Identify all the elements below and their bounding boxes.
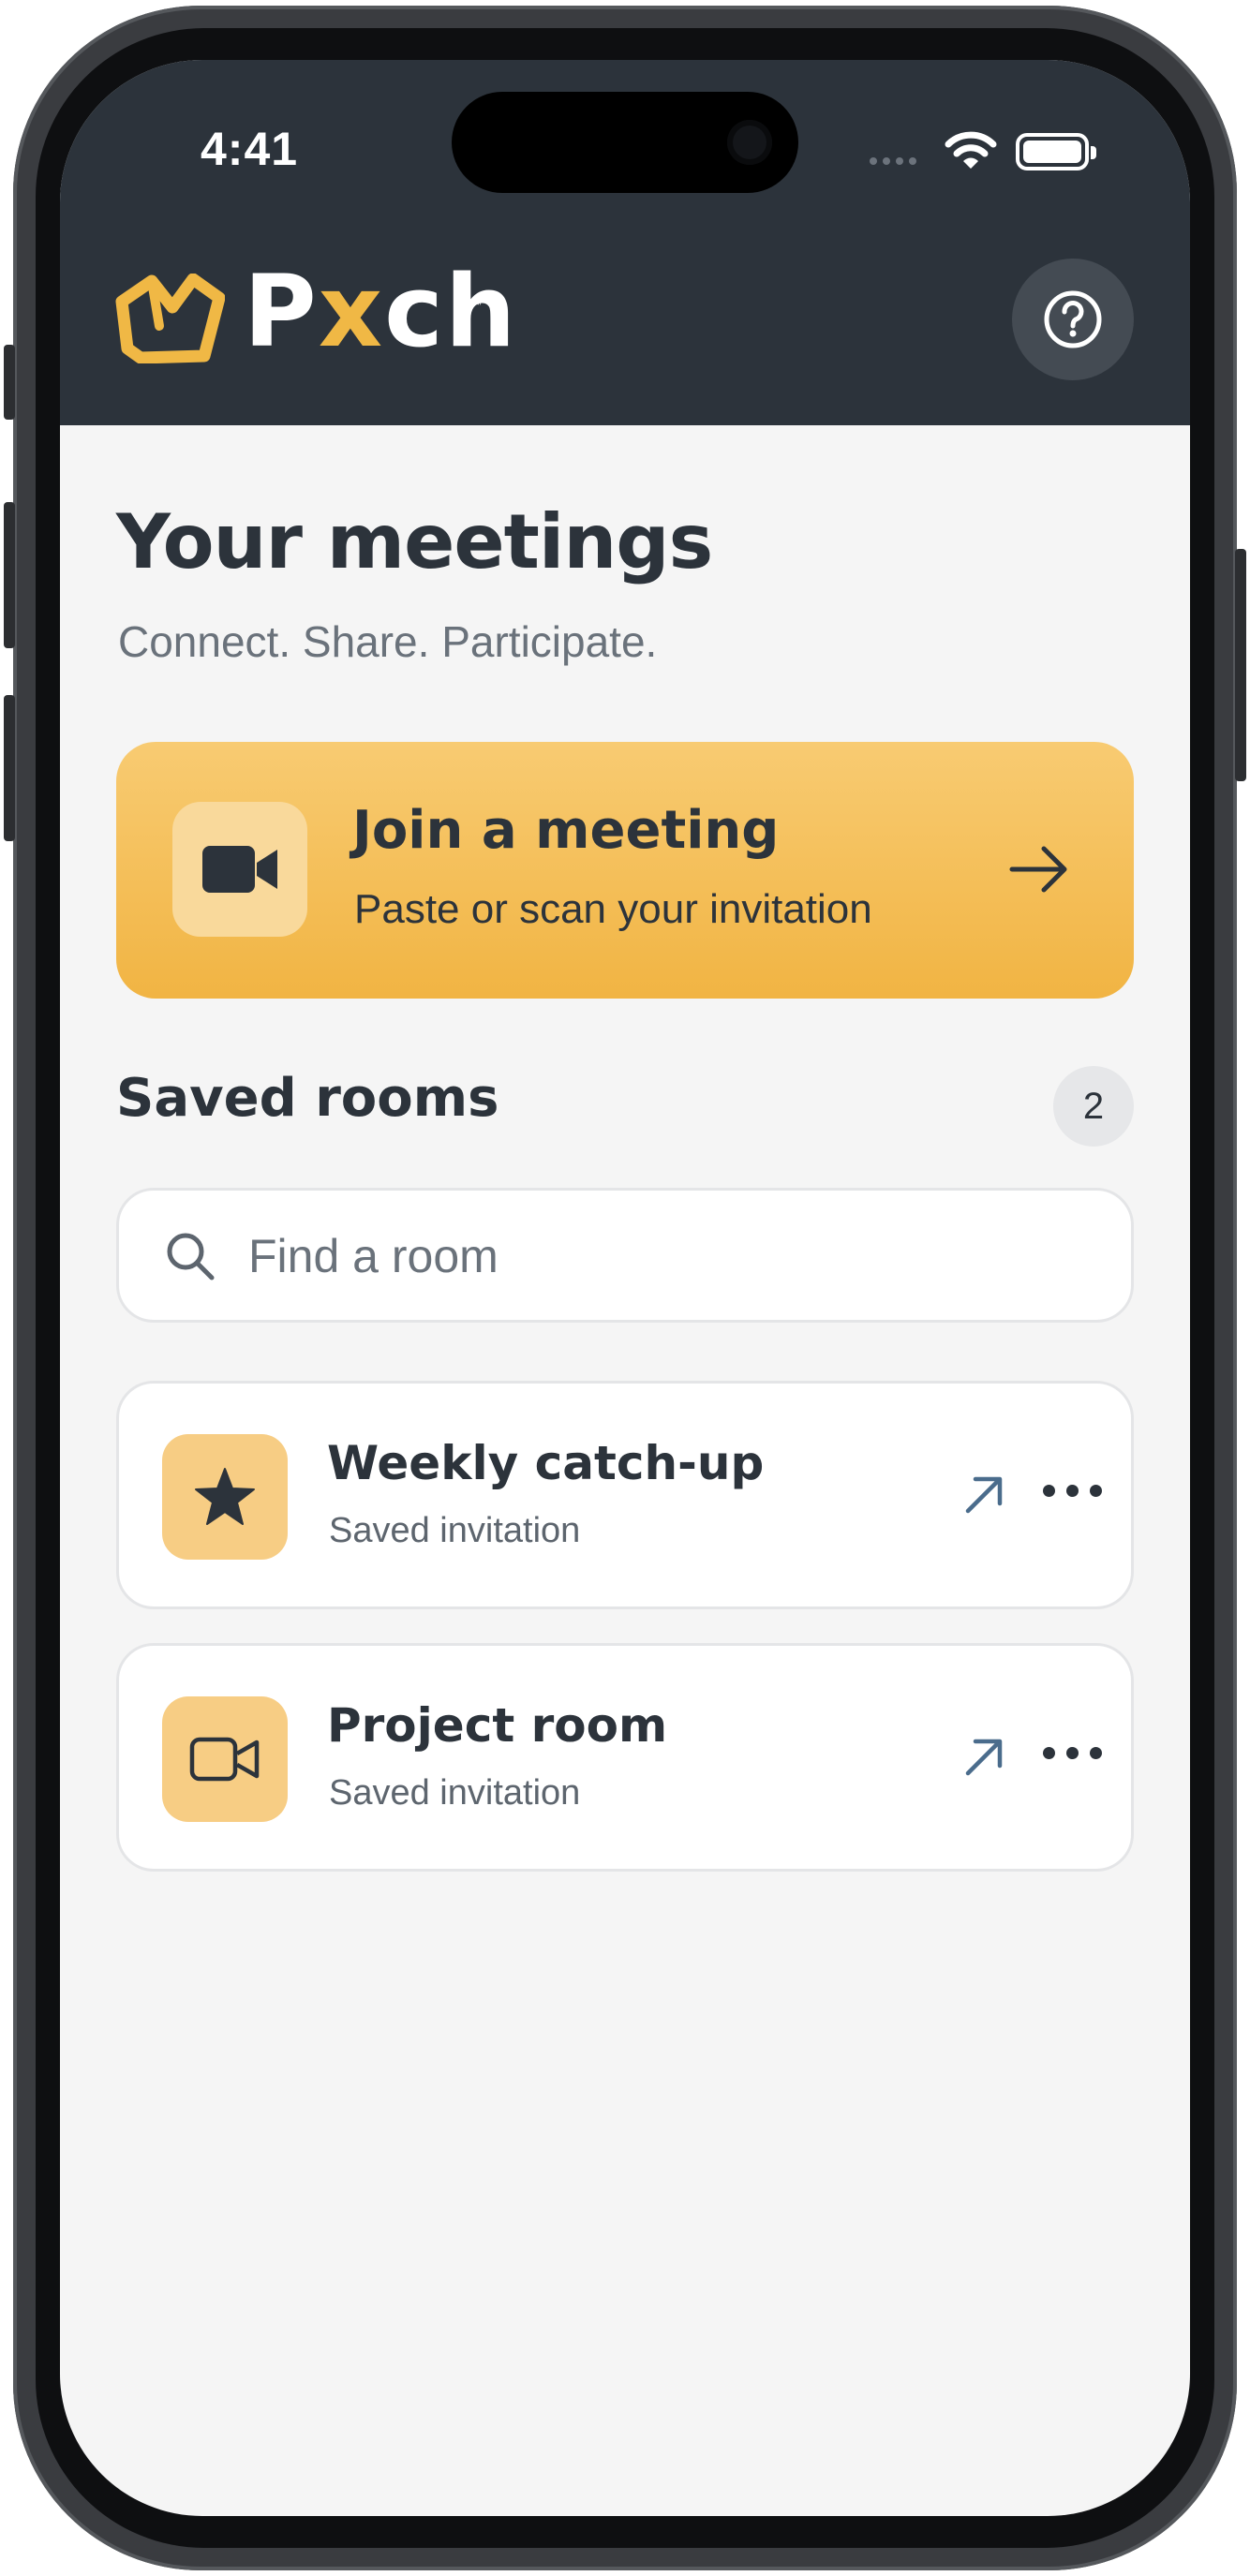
page-title: Your meetings: [116, 498, 713, 585]
volume-down-button: [4, 695, 15, 841]
volume-up-button: [4, 502, 15, 648]
saved-rooms-title: Saved rooms: [116, 1068, 499, 1129]
room-card[interactable]: Project room Saved invitation: [116, 1643, 1134, 1872]
room-subtitle: Saved invitation: [329, 1511, 581, 1550]
arrow-up-right-icon[interactable]: [962, 1736, 1005, 1779]
app-screen: 4:41 Pxch ™ Your meetings Connect. Share…: [60, 60, 1190, 2516]
room-search-box: [116, 1188, 1134, 1323]
arrow-up-right-icon[interactable]: [962, 1473, 1005, 1517]
power-button: [1235, 549, 1246, 781]
app-header: 4:41 Pxch ™: [60, 60, 1190, 425]
dynamic-island: [452, 92, 798, 193]
room-title: Weekly catch-up: [327, 1436, 765, 1490]
action-button: [4, 345, 15, 420]
room-icon-tile: [162, 1434, 288, 1560]
room-card[interactable]: Weekly catch-up Saved invitation: [116, 1381, 1134, 1609]
more-options-icon[interactable]: [1043, 1747, 1102, 1759]
star-icon: [195, 1468, 255, 1525]
join-meeting-button[interactable]: Join a meeting Paste or scan your invita…: [116, 742, 1134, 999]
search-icon: [167, 1233, 215, 1281]
cellular-signal-icon: [870, 157, 916, 165]
join-icon-tile: [172, 802, 307, 937]
video-camera-icon: [202, 846, 277, 893]
question-circle-icon: [1044, 290, 1102, 348]
more-options-icon[interactable]: [1043, 1485, 1102, 1497]
room-title: Project room: [327, 1698, 668, 1753]
battery-icon: [1016, 133, 1096, 170]
logo-wordmark: Pxch: [244, 254, 518, 369]
help-button[interactable]: [1012, 259, 1134, 380]
saved-rooms-count-badge: 2: [1053, 1066, 1134, 1147]
join-title: Join a meeting: [352, 800, 780, 861]
join-subtitle: Paste or scan your invitation: [354, 886, 872, 932]
room-subtitle: Saved invitation: [329, 1773, 581, 1813]
logo-icon: [115, 274, 225, 363]
arrow-right-icon: [1009, 846, 1067, 893]
page-subtitle: Connect. Share. Participate.: [118, 617, 658, 666]
status-time: 4:41: [201, 123, 299, 175]
logo-trademark: ™: [470, 298, 482, 311]
wifi-icon: [945, 131, 997, 169]
camera-icon: [727, 120, 772, 165]
room-search-input[interactable]: [246, 1219, 1071, 1294]
video-outline-icon: [189, 1737, 260, 1782]
room-icon-tile: [162, 1696, 288, 1822]
